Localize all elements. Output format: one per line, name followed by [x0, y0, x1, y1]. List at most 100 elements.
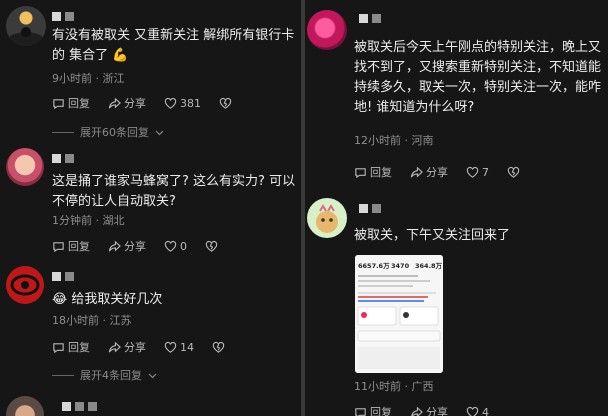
heart-icon: [164, 240, 177, 252]
expand-replies-label: 展开4条回复: [80, 369, 142, 382]
comment-line: 给我取关好几次: [71, 292, 163, 307]
username[interactable]: [62, 402, 97, 412]
comment-actions: 回复 分享 14: [52, 339, 243, 355]
heart-icon: [164, 97, 177, 109]
comment-line: 持续多久，取关一次，特别关注一次，能咋: [354, 80, 602, 95]
share-icon: [410, 406, 423, 416]
share-button[interactable]: 分享: [410, 164, 448, 180]
image-stat: 6657.6万: [358, 262, 390, 270]
like-count: 4: [482, 405, 489, 416]
comment-text: 这是捅了谁家马蜂窝了? 这么有实力? 可以 不停的让人自动取关?: [52, 172, 297, 212]
like-button[interactable]: 0: [164, 240, 187, 253]
share-button[interactable]: 分享: [410, 404, 448, 416]
image-stat: 3470: [391, 262, 410, 270]
username[interactable]: [52, 12, 74, 22]
right-comment-panel: 被取关后今天上午刚点的特别关注，晚上又 找不到了，又搜索重新特别关注，不知道能 …: [305, 0, 608, 416]
comment-meta: 9小时前 · 浙江: [52, 72, 125, 85]
comment-line: 不停的让人自动取关?: [52, 194, 176, 209]
comment-line: 有没有被取关 又重新关注 解绑所有银行卡: [52, 28, 295, 43]
like-count: 14: [180, 340, 194, 354]
avatar[interactable]: [307, 10, 347, 50]
reply-icon: [355, 407, 366, 416]
reply-icon: [355, 167, 366, 178]
expand-replies-label: 展开60条回复: [80, 126, 149, 139]
share-button[interactable]: 分享: [108, 339, 146, 355]
flexed-biceps-emoji: 💪: [112, 48, 129, 63]
expand-replies-button[interactable]: 展开60条回复: [52, 124, 164, 140]
divider-line: [52, 374, 74, 376]
share-icon: [108, 240, 121, 251]
reply-button[interactable]: 回复: [354, 164, 392, 180]
reply-label: 回复: [68, 341, 90, 354]
comment-actions: 回复 分享 0: [52, 238, 236, 254]
username[interactable]: [52, 272, 74, 282]
dislike-button[interactable]: [219, 97, 232, 110]
share-label: 分享: [124, 341, 146, 354]
comment-text: 有没有被取关 又重新关注 解绑所有银行卡 的 集合了 💪: [52, 26, 297, 66]
comment-line: 被取关后今天上午刚点的特别关注，晚上又: [354, 40, 602, 55]
chevron-down-icon: [148, 373, 157, 378]
comment-text: 😂 给我取关好几次: [52, 290, 297, 310]
broken-heart-icon: [205, 240, 218, 252]
avatar[interactable]: [6, 396, 44, 416]
dislike-button[interactable]: [507, 166, 520, 179]
avatar[interactable]: [6, 148, 44, 186]
reply-button[interactable]: 回复: [52, 339, 90, 355]
username[interactable]: [359, 14, 381, 24]
chevron-down-icon: [155, 130, 164, 135]
comment-line: 的 集合了: [52, 48, 109, 63]
expand-replies-button[interactable]: 展开4条回复: [52, 367, 157, 383]
image-stat: 364.8万: [415, 262, 443, 270]
reply-button[interactable]: 回复: [52, 238, 90, 254]
like-count: 381: [180, 96, 201, 110]
share-label: 分享: [426, 406, 448, 416]
broken-heart-icon: [212, 341, 225, 353]
like-button[interactable]: 14: [164, 341, 194, 354]
heart-icon: [164, 341, 177, 353]
broken-heart-icon: [219, 97, 232, 109]
share-label: 分享: [426, 166, 448, 179]
left-comment-panel: 有没有被取关 又重新关注 解绑所有银行卡 的 集合了 💪 9小时前 · 浙江 回…: [0, 0, 301, 416]
comment-meta: 18小时前 · 江苏: [52, 314, 132, 327]
reply-icon: [53, 98, 64, 109]
app-screenshot-thumbnail: 6657.6万 3470 364.8万: [355, 255, 443, 373]
dislike-button[interactable]: [205, 240, 218, 253]
divider-line: [52, 131, 74, 133]
reply-label: 回复: [68, 240, 90, 253]
comment-line: 被取关，下午又关注回来了: [354, 228, 511, 243]
avatar[interactable]: [6, 6, 46, 46]
like-count: 7: [482, 165, 489, 179]
comment-line: 地! 谁知道为什么呀?: [354, 100, 475, 115]
comment-meta: 11小时前 · 广西: [354, 380, 434, 393]
like-button[interactable]: 7: [466, 166, 489, 179]
reply-label: 回复: [370, 406, 392, 416]
share-button[interactable]: 分享: [108, 95, 146, 111]
reply-label: 回复: [68, 97, 90, 110]
username[interactable]: [359, 204, 381, 214]
avatar-image-icon: [316, 204, 338, 233]
dislike-button[interactable]: [212, 341, 225, 354]
avatar[interactable]: [6, 266, 44, 304]
comment-text: 被取关后今天上午刚点的特别关注，晚上又 找不到了，又搜索重新特别关注，不知道能 …: [354, 38, 606, 118]
reply-button[interactable]: 回复: [354, 404, 392, 416]
username[interactable]: [52, 154, 74, 164]
reply-icon: [53, 342, 64, 353]
laughing-emoji: 😂: [52, 292, 68, 307]
comment-line: 这是捅了谁家马蜂窝了? 这么有实力? 可以: [52, 174, 296, 189]
like-button[interactable]: 4: [466, 406, 489, 416]
comment-actions: 回复 分享 381: [52, 95, 250, 111]
comment-actions: 回复 分享 4: [354, 404, 507, 416]
comment-text: 被取关，下午又关注回来了: [354, 226, 606, 246]
heart-icon: [466, 406, 479, 416]
comment-attached-image[interactable]: 6657.6万 3470 364.8万: [355, 255, 443, 373]
like-button[interactable]: 381: [164, 97, 201, 110]
comment-meta: 12小时前 · 河南: [354, 134, 434, 147]
share-button[interactable]: 分享: [108, 238, 146, 254]
avatar-image-icon: [10, 274, 40, 296]
reply-label: 回复: [370, 166, 392, 179]
avatar[interactable]: [307, 198, 347, 238]
like-count: 0: [180, 239, 187, 253]
share-icon: [410, 166, 423, 177]
comment-line: 找不到了，又搜索重新特别关注，不知道能: [354, 60, 602, 75]
reply-button[interactable]: 回复: [52, 95, 90, 111]
